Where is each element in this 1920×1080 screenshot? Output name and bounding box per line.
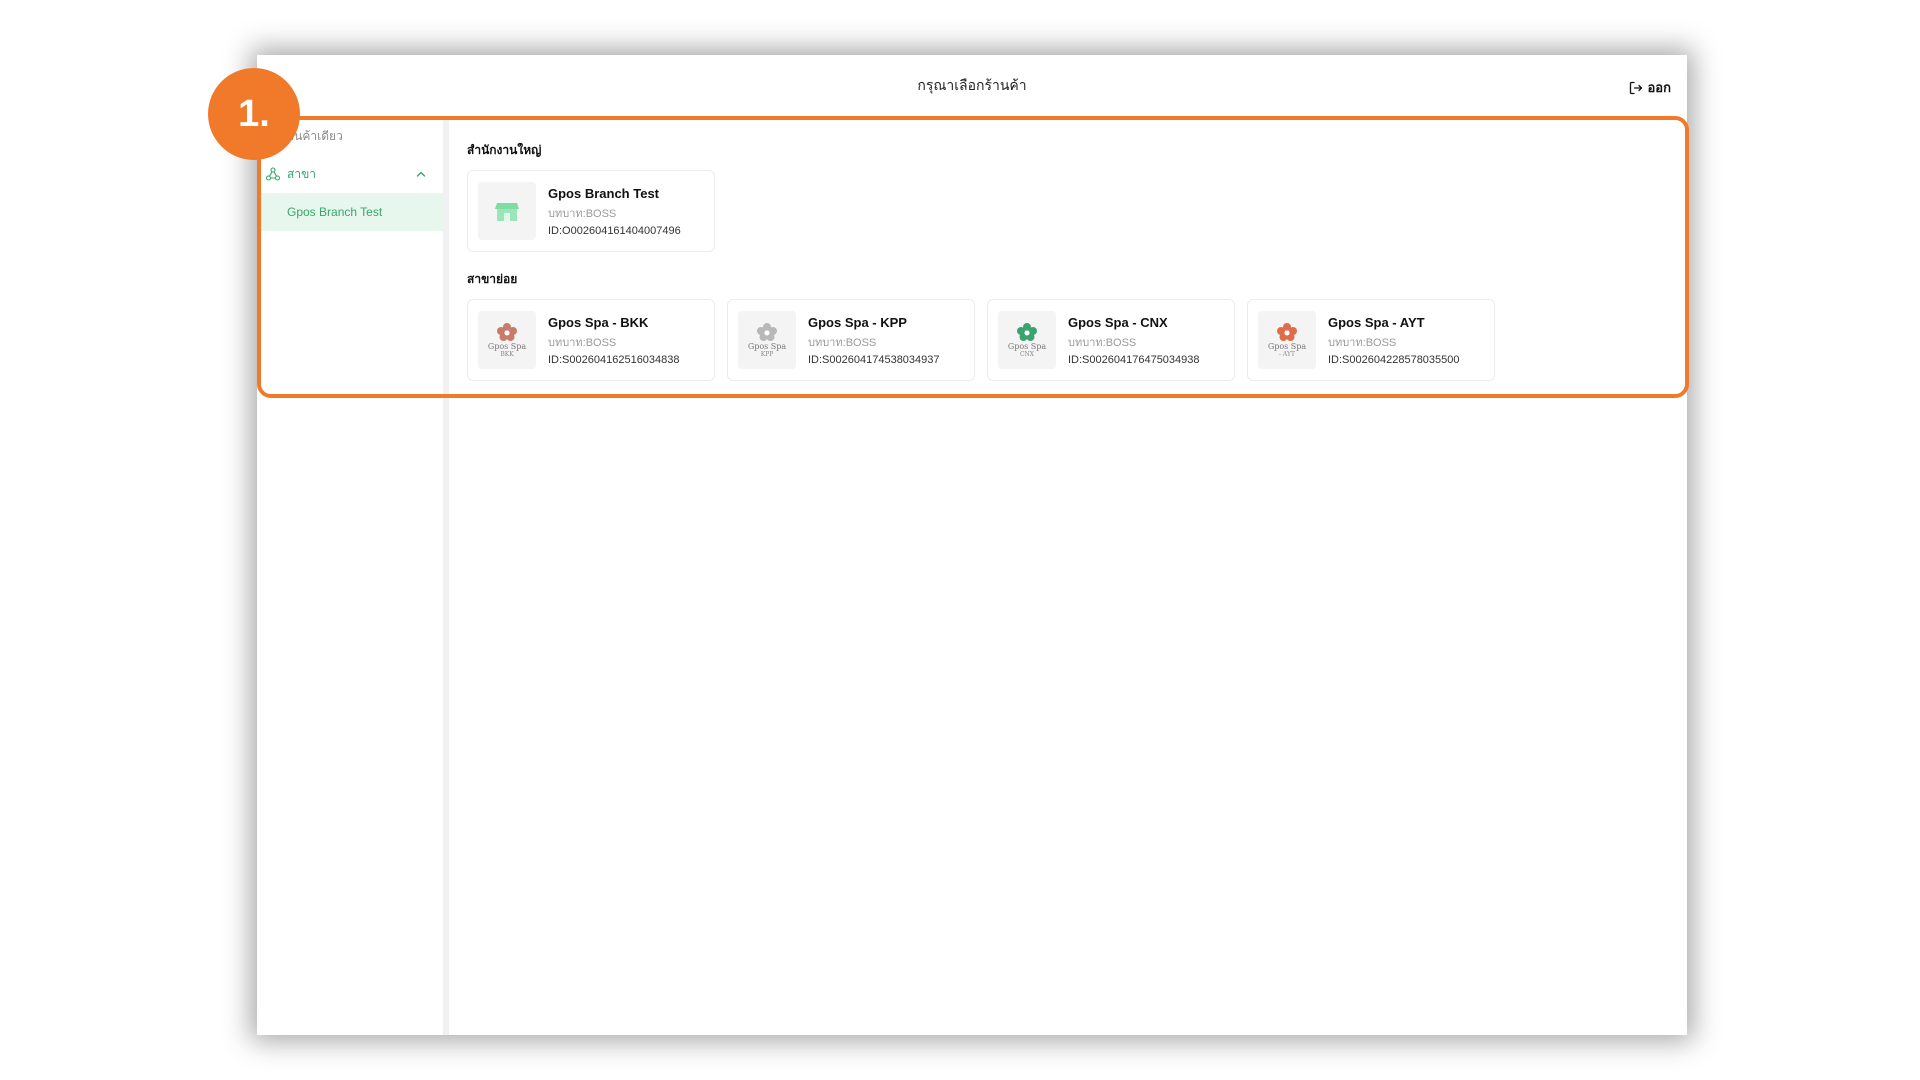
store-logo-sub: KPP xyxy=(760,351,774,358)
store-role: บทบาท:BOSS xyxy=(808,336,877,349)
store-name: Gpos Spa - CNX xyxy=(1068,314,1168,330)
store-card-hq[interactable]: Gpos Branch Test บทบาท:BOSS ID:O00260416… xyxy=(467,170,715,252)
sidebar-item-gpos-branch-test[interactable]: Gpos Branch Test xyxy=(257,193,443,231)
headquarters-cards: Gpos Branch Test บทบาท:BOSS ID:O00260416… xyxy=(467,170,1687,252)
store-logo: Gpos Spa KPP xyxy=(738,311,796,369)
flower-logo-icon xyxy=(497,323,517,341)
store-list: สำนักงานใหญ่ Gpos Branch Test บทบาท:BOSS… xyxy=(455,117,1687,1035)
sidebar-group-branches[interactable]: สาขา xyxy=(257,155,443,193)
sidebar: ร้านค้าเดียว สาขา Gpos Branch Test xyxy=(257,117,449,1035)
chevron-up-icon[interactable] xyxy=(413,166,429,182)
store-logo-title: Gpos Spa xyxy=(747,342,787,351)
store-icon xyxy=(495,203,519,221)
branches-title: สาขาย่อย xyxy=(467,272,518,286)
store-role: บทบาท:BOSS xyxy=(548,336,617,349)
branches-icon xyxy=(265,167,281,181)
app-window: กรุณาเลือกร้านค้า ออก ร้านค้าเดียว สาขา … xyxy=(257,55,1687,1035)
store-logo-title: Gpos Spa xyxy=(1267,342,1307,351)
store-card-bkk[interactable]: Gpos Spa BKK Gpos Spa - BKK บทบาท:BOSS I… xyxy=(467,299,715,381)
stage: กรุณาเลือกร้านค้า ออก ร้านค้าเดียว สาขา … xyxy=(0,0,1920,1080)
store-name: Gpos Spa - AYT xyxy=(1328,314,1425,330)
headquarters-title: สำนักงานใหญ่ xyxy=(467,143,542,157)
store-logo-sub: CNX xyxy=(1019,351,1035,358)
store-id: ID:S002604174538034937 xyxy=(808,353,940,366)
store-id: ID:O002604161404007496 xyxy=(548,224,681,237)
store-card-kpp[interactable]: Gpos Spa KPP Gpos Spa - KPP บทบาท:BOSS I… xyxy=(727,299,975,381)
logout-icon xyxy=(1629,81,1642,94)
store-logo xyxy=(478,182,536,240)
store-role: บทบาท:BOSS xyxy=(1328,336,1397,349)
annotation-step-label: 1. xyxy=(238,92,270,135)
page-title: กรุณาเลือกร้านค้า xyxy=(917,77,1027,93)
store-id: ID:S002604228578035500 xyxy=(1328,353,1460,366)
store-id: ID:S002604162516034838 xyxy=(548,353,680,366)
flower-logo-icon xyxy=(757,323,777,341)
store-id: ID:S002604176475034938 xyxy=(1068,353,1200,366)
store-role: บทบาท:BOSS xyxy=(548,207,617,220)
branch-cards: Gpos Spa BKK Gpos Spa - BKK บทบาท:BOSS I… xyxy=(467,299,1687,381)
store-name: Gpos Spa - BKK xyxy=(548,314,649,330)
store-logo-title: Gpos Spa xyxy=(1007,342,1047,351)
store-logo-title: Gpos Spa xyxy=(487,342,527,351)
store-logo-sub: - AYT xyxy=(1279,351,1295,358)
store-logo: Gpos Spa BKK xyxy=(478,311,536,369)
flower-logo-icon xyxy=(1277,323,1297,341)
flower-logo-icon xyxy=(1017,323,1037,341)
topbar: กรุณาเลือกร้านค้า ออก xyxy=(257,55,1687,117)
store-role: บทบาท:BOSS xyxy=(1068,336,1137,349)
sidebar-group-label: สาขา xyxy=(287,166,317,181)
logout-label: ออก xyxy=(1647,80,1672,95)
store-name: Gpos Branch Test xyxy=(548,185,660,201)
store-name: Gpos Spa - KPP xyxy=(808,314,907,330)
store-card-cnx[interactable]: Gpos Spa CNX Gpos Spa - CNX บทบาท:BOSS I… xyxy=(987,299,1235,381)
store-logo: Gpos Spa CNX xyxy=(998,311,1056,369)
logout-button[interactable]: ออก xyxy=(1628,77,1672,98)
store-logo: Gpos Spa - AYT xyxy=(1258,311,1316,369)
store-logo-sub: BKK xyxy=(500,351,514,358)
store-card-ayt[interactable]: Gpos Spa - AYT Gpos Spa - AYT บทบาท:BOSS… xyxy=(1247,299,1495,381)
annotation-step-badge: 1. xyxy=(208,68,300,160)
sidebar-item-label: Gpos Branch Test xyxy=(287,205,383,219)
